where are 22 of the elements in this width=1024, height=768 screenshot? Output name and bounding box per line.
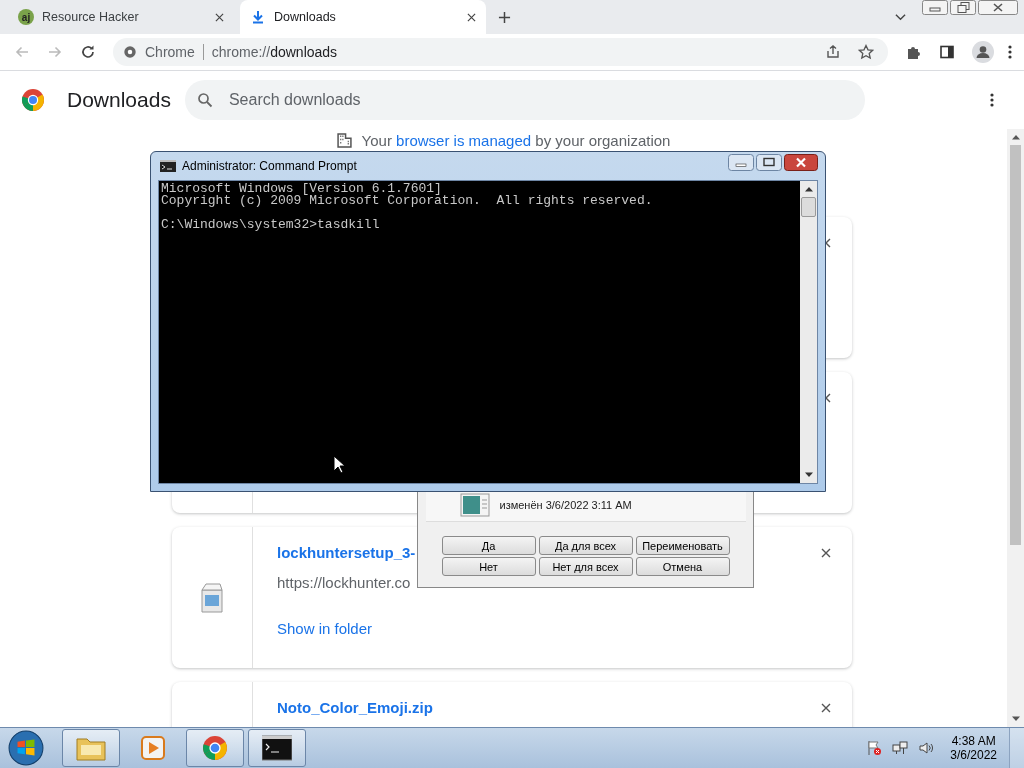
dialog-button[interactable]: Да для всех xyxy=(538,536,633,555)
tab-favicon: aj xyxy=(18,9,34,25)
dialog-button[interactable]: Переименовать xyxy=(635,536,730,555)
file-url: https://lockhunter.co xyxy=(277,574,412,593)
show-in-folder-link[interactable]: Show in folder xyxy=(277,620,416,637)
window-title: Administrator: Command Prompt xyxy=(182,159,357,173)
taskbar-clock[interactable]: 4:38 AM 3/6/2022 xyxy=(950,734,997,762)
browser-tab[interactable]: aj Resource Hacker xyxy=(8,0,234,34)
page-title: Downloads xyxy=(67,88,171,112)
managed-notice: Your browser is managed by your organization xyxy=(361,132,671,149)
file-name-link[interactable]: Noto_Color_Emoji.zip xyxy=(277,699,433,727)
search-field[interactable]: Search downloads xyxy=(184,80,865,120)
dialog-button[interactable]: Нет для всех xyxy=(538,557,633,576)
address-bar[interactable]: Chrome chrome://downloads xyxy=(113,38,888,66)
modified-date: изменён 3/6/2022 3:11 AM xyxy=(499,498,632,511)
console-output: Microsoft Windows [Version 6.1.7601] Copyright (c) 2009 Microsoft Corporation. All rights reserved. C:\Windows\system32>tasdkill xyxy=(159,181,800,483)
file-name-link[interactable]: lockhuntersetup_3- xyxy=(277,544,416,574)
browser-tab[interactable]: Downloads xyxy=(240,0,486,34)
managed-link[interactable]: browser is managed xyxy=(396,132,532,149)
dialog-button[interactable]: Отмена xyxy=(635,557,730,576)
dialog-button[interactable]: Нет xyxy=(441,557,536,576)
dialog-button[interactable]: Да xyxy=(441,536,536,555)
